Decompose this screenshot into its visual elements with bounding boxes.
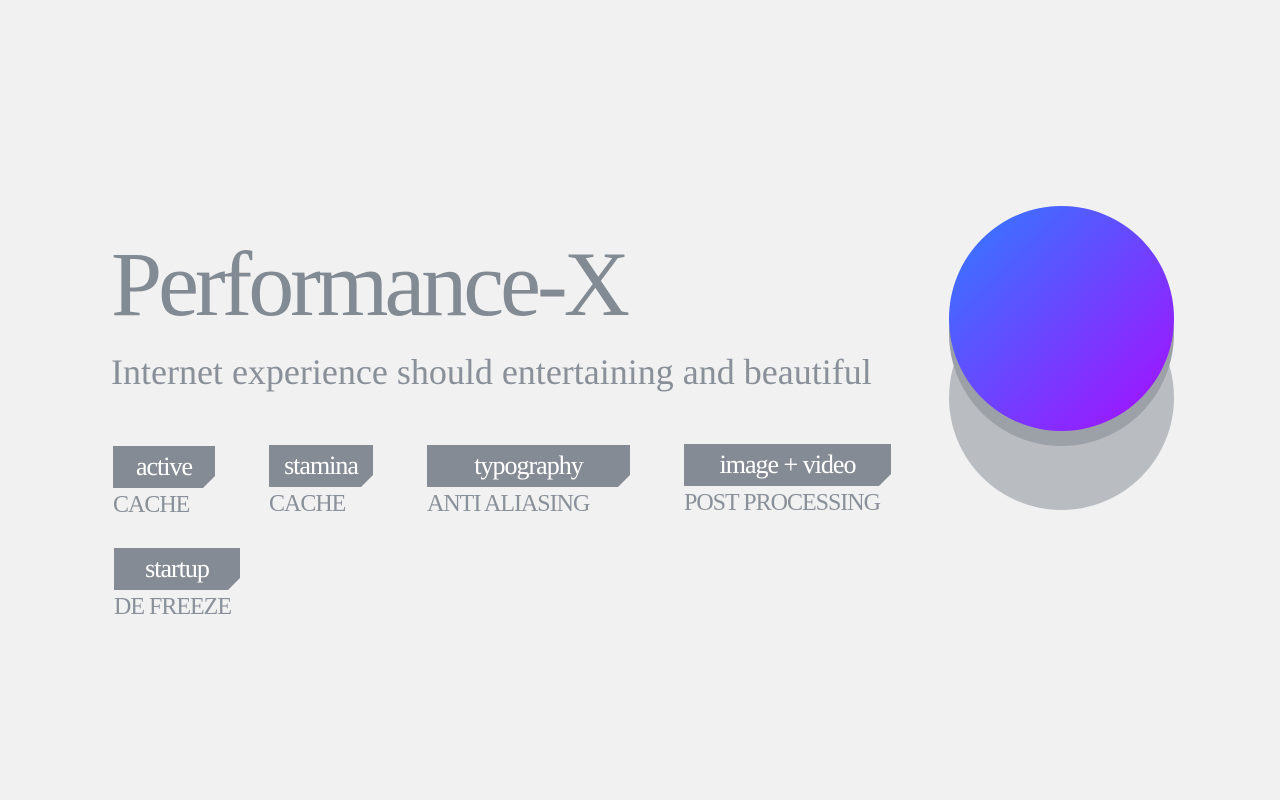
feature-caption: DE FREEZE [114,594,232,620]
feature-image-video: image + video POST PROCESSING [684,444,891,515]
gradient-orb [949,206,1174,431]
feature-startup: startup DE FREEZE [114,548,240,619]
feature-tag: stamina [269,445,373,487]
feature-typography: typography ANTI ALIASING [427,445,630,516]
feature-tag: typography [427,445,630,487]
feature-tag: image + video [684,444,891,486]
page-subtitle: Internet experience should entertaining … [111,352,872,392]
feature-caption: CACHE [113,492,190,518]
feature-tag: active [113,446,215,488]
feature-stamina: stamina CACHE [269,445,373,516]
feature-caption: CACHE [269,491,346,517]
feature-caption: POST PROCESSING [684,490,881,516]
feature-tag: startup [114,548,240,590]
page-title: Performance-X [111,233,630,335]
page: Performance-X Internet experience should… [0,0,1280,800]
feature-caption: ANTI ALIASING [427,491,590,517]
feature-active: active CACHE [113,446,215,517]
